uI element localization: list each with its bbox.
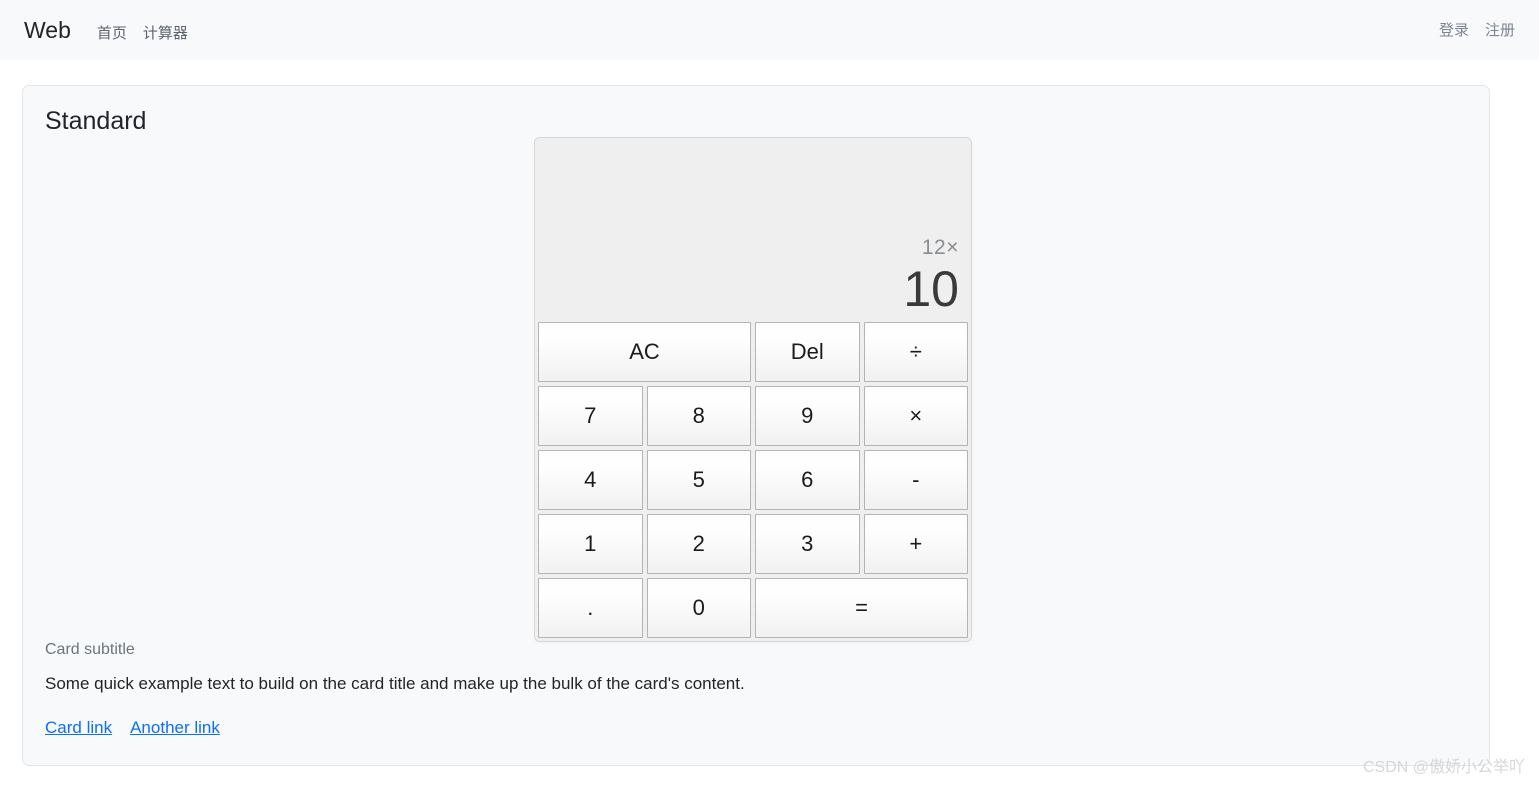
key-divide[interactable]: ÷ bbox=[863, 322, 968, 382]
calculator-keypad: AC Del ÷ 7 8 9 × 4 5 6- 1 2 3 +. 0 = bbox=[535, 319, 971, 641]
key-7[interactable]: 7 bbox=[538, 386, 643, 446]
calculator-wrapper: 12× 10 AC Del ÷ 7 8 9 × 4 5 6- 1 2 3 +. 0 = bbox=[534, 137, 974, 642]
key-0[interactable]: 0 bbox=[646, 578, 751, 638]
standard-calculator-card: Standard 12× 10 AC Del ÷ 7 8 9 × 4 5 6- 1 2 3 +. 0 = Ca… bbox=[22, 85, 1490, 766]
key-5[interactable]: 5 bbox=[646, 450, 751, 510]
calculator: 12× 10 AC Del ÷ 7 8 9 × 4 5 6- 1 2 3 +. 0 = bbox=[534, 137, 972, 642]
navbar-brand[interactable]: Web bbox=[24, 18, 71, 42]
top-navbar: Web 首页 计算器 登录 注册 bbox=[0, 0, 1539, 60]
calculator-display: 12× 10 bbox=[535, 138, 971, 319]
nav-link-register[interactable]: 注册 bbox=[1485, 23, 1515, 38]
card-links: Card link Another link bbox=[45, 718, 220, 738]
key-equals[interactable]: = bbox=[755, 578, 968, 638]
card-link[interactable]: Card link bbox=[45, 718, 112, 738]
nav-link-calculator[interactable]: 计算器 bbox=[143, 26, 188, 41]
key-4[interactable]: 4 bbox=[538, 450, 643, 510]
navbar-left-group: Web 首页 计算器 bbox=[24, 18, 188, 42]
nav-link-home[interactable]: 首页 bbox=[97, 26, 127, 41]
another-link[interactable]: Another link bbox=[130, 718, 220, 738]
display-current-value: 10 bbox=[903, 260, 959, 317]
navbar-primary-links: 首页 计算器 bbox=[97, 26, 188, 41]
key-2[interactable]: 2 bbox=[646, 514, 751, 574]
navbar-right-group: 登录 注册 bbox=[1439, 23, 1515, 38]
key-add[interactable]: + bbox=[863, 514, 968, 574]
key-6[interactable]: 6 bbox=[755, 450, 860, 510]
key-delete[interactable]: Del bbox=[755, 322, 860, 382]
key-9[interactable]: 9 bbox=[755, 386, 860, 446]
key-all-clear[interactable]: AC bbox=[538, 322, 751, 382]
key-3[interactable]: 3 bbox=[755, 514, 860, 574]
key-subtract[interactable]: - bbox=[863, 450, 968, 510]
card-text: Some quick example text to build on the … bbox=[45, 674, 745, 693]
nav-link-login[interactable]: 登录 bbox=[1439, 23, 1469, 38]
display-history: 12× bbox=[921, 236, 959, 260]
key-8[interactable]: 8 bbox=[646, 386, 751, 446]
card-subtitle: Card subtitle bbox=[45, 641, 135, 658]
key-multiply[interactable]: × bbox=[863, 386, 968, 446]
key-decimal[interactable]: . bbox=[538, 578, 643, 638]
card-title: Standard bbox=[45, 107, 147, 135]
key-1[interactable]: 1 bbox=[538, 514, 643, 574]
